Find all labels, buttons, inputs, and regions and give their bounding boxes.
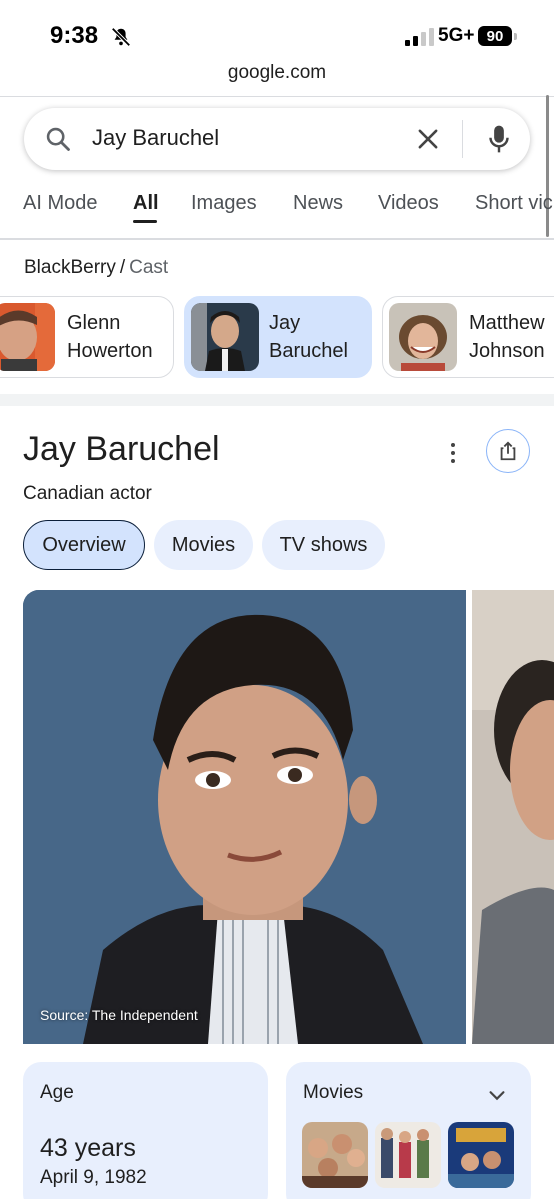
active-tab-indicator (133, 220, 157, 223)
cast-card-matthew-johnson[interactable]: Matthew Johnson (382, 296, 554, 378)
signal-icon (405, 28, 434, 46)
breadcrumb-child: Cast (129, 257, 169, 278)
birth-date: April 9, 1982 (40, 1167, 147, 1188)
status-time: 9:38 (50, 22, 99, 49)
search-icon[interactable] (44, 125, 72, 153)
battery-level: 90 (486, 27, 504, 45)
image-source-label[interactable]: Source: The Independent (40, 1007, 198, 1023)
movies-label: Movies (303, 1082, 364, 1103)
tab-videos[interactable]: Videos (378, 192, 439, 215)
entity-photo-secondary[interactable] (472, 590, 554, 1044)
cast-photo (389, 303, 457, 371)
chevron-down-icon[interactable] (486, 1084, 508, 1106)
chip-tv-shows[interactable]: TV shows (262, 520, 385, 570)
movie-thumbnail[interactable] (302, 1122, 368, 1188)
tab-short-videos[interactable]: Short vic (475, 192, 553, 215)
cast-photo (191, 303, 259, 371)
url-divider (0, 96, 554, 97)
age-label: Age (40, 1082, 74, 1103)
cast-photo (0, 303, 55, 371)
microphone-icon[interactable] (484, 122, 514, 156)
cast-name: Glenn Howerton (67, 312, 153, 362)
battery-icon: 90 (478, 26, 517, 46)
tab-images[interactable]: Images (191, 192, 257, 215)
entity-photo[interactable] (23, 590, 466, 1044)
search-input[interactable]: Jay Baruchel (92, 125, 219, 151)
tab-all[interactable]: All (133, 192, 159, 215)
tab-news[interactable]: News (293, 192, 343, 215)
cast-card-jay-baruchel[interactable]: Jay Baruchel (184, 296, 372, 378)
search-divider (462, 120, 463, 158)
share-button[interactable] (486, 429, 530, 473)
clear-icon[interactable] (414, 125, 442, 153)
movie-thumbnail[interactable] (448, 1122, 514, 1188)
url-text: google.com (227, 62, 327, 83)
age-value: 43 years (40, 1134, 136, 1162)
url-bar[interactable]: google.com (0, 62, 554, 96)
entity-title: Jay Baruchel (23, 430, 220, 468)
tabs-divider (0, 238, 554, 240)
section-divider (0, 394, 554, 406)
entity-subtitle: Canadian actor (23, 483, 152, 504)
chip-movies[interactable]: Movies (154, 520, 253, 570)
age-card[interactable]: Age 43 years April 9, 1982 (23, 1062, 268, 1199)
tab-ai-mode[interactable]: AI Mode (23, 192, 97, 215)
breadcrumb-parent[interactable]: BlackBerry (24, 257, 116, 278)
breadcrumb-separator: / (119, 257, 126, 278)
search-tabs: AI Mode All Images News Videos Short vic (0, 188, 554, 240)
cast-name: Jay Baruchel (269, 312, 348, 362)
chip-overview[interactable]: Overview (23, 520, 145, 570)
movies-card[interactable]: Movies (286, 1062, 531, 1199)
more-options-icon[interactable] (444, 441, 462, 467)
breadcrumb: BlackBerry / Cast (24, 257, 168, 279)
share-icon (500, 441, 516, 461)
status-bar: 9:38 5G+ 90 (0, 0, 554, 70)
bell-off-icon (111, 27, 131, 47)
cast-name: Matthew Johnson (469, 312, 545, 362)
search-box[interactable]: Jay Baruchel (24, 108, 530, 170)
cast-card-glenn-howerton[interactable]: Glenn Howerton (0, 296, 174, 378)
movie-thumbnail[interactable] (375, 1122, 441, 1188)
network-label: 5G+ (438, 25, 475, 46)
